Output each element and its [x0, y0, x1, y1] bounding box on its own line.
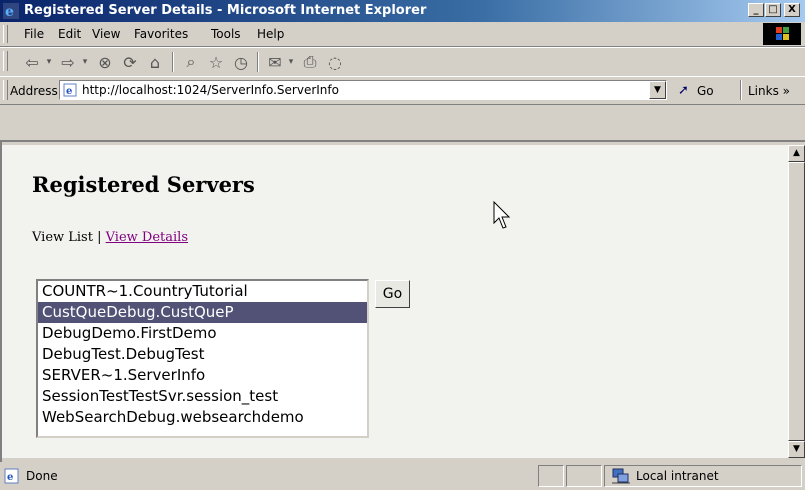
favorites-icon[interactable]: ☆	[205, 52, 227, 72]
print-icon[interactable]: ⎙	[299, 52, 321, 72]
page-done-icon: e	[4, 468, 19, 484]
title-bar[interactable]: e Registered Server Details - Microsoft …	[0, 0, 805, 22]
menu-bar: File Edit View Favorites Tools Help	[0, 22, 805, 47]
status-bar: e Done Local intranet	[0, 462, 805, 490]
zone-label: Local intranet	[636, 469, 719, 483]
links-button[interactable]: Links »	[748, 84, 790, 98]
scroll-thumb[interactable]	[788, 162, 805, 441]
home-icon[interactable]: ⌂	[144, 52, 166, 72]
svg-text:e: e	[7, 472, 13, 483]
standard-toolbar: ⇦ ▾ ⇨ ▾ ⊗ ⟳ ⌂ ⌕ ☆ ◷ ✉ ▾ ⎙ ◌	[0, 47, 805, 77]
menu-help[interactable]: Help	[257, 27, 284, 41]
forward-icon[interactable]: ⇨	[58, 52, 78, 72]
go-button[interactable]: Go	[697, 84, 714, 98]
go-submit-button[interactable]: Go	[375, 280, 410, 308]
maximize-button[interactable]: □	[765, 3, 781, 17]
close-button[interactable]: X	[784, 3, 800, 17]
go-arrow-icon[interactable]: ➚	[678, 83, 689, 98]
local-intranet-icon	[612, 468, 630, 484]
menu-edit[interactable]: Edit	[58, 27, 81, 41]
discuss-icon[interactable]: ◌	[324, 52, 346, 72]
address-url[interactable]: http://localhost:1024/ServerInfo.ServerI…	[82, 83, 339, 97]
mouse-cursor-icon	[493, 201, 511, 229]
server-listbox[interactable]: COUNTR~1.CountryTutorial CustQueDebug.Cu…	[36, 279, 369, 438]
mail-dropdown-icon[interactable]: ▾	[286, 52, 296, 72]
address-bar: Address e http://localhost:1024/ServerIn…	[0, 76, 805, 105]
windows-throbber	[763, 23, 801, 45]
view-separator: |	[97, 230, 102, 245]
address-label: Address	[10, 84, 58, 98]
back-dropdown-icon[interactable]: ▾	[43, 52, 55, 72]
toolbar-grip[interactable]	[3, 51, 8, 71]
vertical-scrollbar[interactable]: ▲ ▼	[788, 145, 805, 458]
scroll-up-icon[interactable]: ▲	[788, 145, 805, 162]
addressbar-grip[interactable]	[3, 80, 8, 100]
history-icon[interactable]: ◷	[230, 52, 252, 72]
server-list-item[interactable]: COUNTR~1.CountryTutorial	[38, 281, 367, 302]
page-title: Registered Servers	[32, 172, 255, 197]
view-details-link[interactable]: View Details	[106, 230, 188, 245]
stop-icon[interactable]: ⊗	[94, 52, 116, 72]
status-text: Done	[26, 469, 58, 483]
server-list-item[interactable]: SessionTestTestSvr.session_test	[38, 386, 367, 407]
ie-logo-icon: e	[3, 3, 19, 19]
svg-text:e: e	[5, 4, 14, 19]
server-list-item[interactable]: SERVER~1.ServerInfo	[38, 365, 367, 386]
toolbar-separator	[740, 80, 742, 100]
menu-favorites[interactable]: Favorites	[134, 27, 188, 41]
minimize-button[interactable]: _	[748, 3, 764, 17]
windows-flag-icon	[776, 27, 789, 40]
window-title: Registered Server Details - Microsoft In…	[24, 3, 427, 18]
status-pane	[566, 465, 602, 487]
scroll-down-icon[interactable]: ▼	[788, 441, 805, 458]
search-icon[interactable]: ⌕	[180, 52, 202, 72]
server-list-item-selected[interactable]: CustQueDebug.CustQueP	[38, 302, 367, 323]
menu-tools[interactable]: Tools	[211, 27, 241, 41]
menubar-grip[interactable]	[3, 25, 8, 43]
view-list-label: View List	[32, 230, 93, 245]
back-icon[interactable]: ⇦	[22, 52, 42, 72]
refresh-icon[interactable]: ⟳	[119, 52, 141, 72]
toolbar-separator	[172, 52, 174, 72]
page-icon: e	[63, 83, 77, 97]
view-switcher: View List | View Details	[32, 230, 188, 245]
svg-text:e: e	[66, 86, 72, 97]
menu-view[interactable]: View	[92, 27, 120, 41]
status-pane	[538, 465, 564, 487]
mail-icon[interactable]: ✉	[264, 52, 286, 72]
forward-dropdown-icon[interactable]: ▾	[79, 52, 91, 72]
server-list-item[interactable]: DebugTest.DebugTest	[38, 344, 367, 365]
toolbar-separator	[257, 52, 259, 72]
address-dropdown-icon[interactable]: ▼	[649, 81, 666, 99]
server-list-item[interactable]: DebugDemo.FirstDemo	[38, 323, 367, 344]
menu-file[interactable]: File	[24, 27, 44, 41]
server-list-item[interactable]: WebSearchDebug.websearchdemo	[38, 407, 367, 428]
address-input[interactable]: e http://localhost:1024/ServerInfo.Serve…	[59, 80, 667, 100]
